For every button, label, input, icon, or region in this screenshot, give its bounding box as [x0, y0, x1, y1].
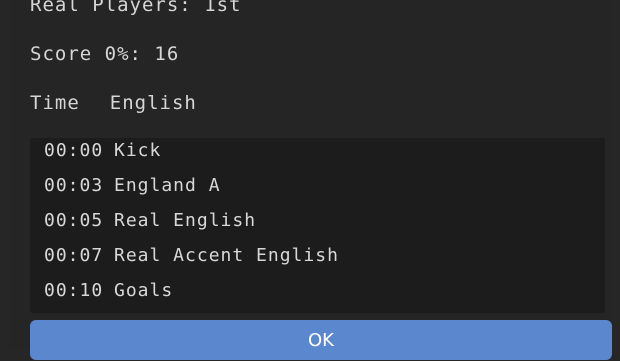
log-time: 00:03	[44, 175, 104, 196]
log-time: 00:07	[44, 245, 104, 266]
log-row: 00:03 England A	[44, 175, 221, 196]
log-text: Real English	[114, 210, 257, 231]
log-time: 00:10	[44, 280, 104, 301]
log-time: 00:00	[44, 140, 104, 161]
log-row: 00:07 Real Accent English	[44, 245, 339, 266]
log-text: Goals	[114, 280, 174, 301]
score-line: Score 0%: 16	[30, 43, 180, 65]
time-label: Time	[30, 92, 80, 114]
dialog-title: Real Players: 1st	[30, 0, 242, 16]
log-row: 00:05 Real English	[44, 210, 256, 231]
log-text: Real Accent English	[114, 245, 339, 266]
event-log[interactable]: 00:00 Kick 00:03 England A 00:05 Real Engli…	[30, 138, 605, 313]
time-line: Time English	[30, 92, 197, 114]
log-row: 00:00 Kick	[44, 140, 161, 161]
dialog-panel: Real Players: 1st Score 0%: 16 Time Engli…	[10, 0, 612, 360]
log-text: England A	[114, 175, 221, 196]
ok-button[interactable]: OK	[30, 320, 612, 360]
time-value: English	[109, 92, 197, 114]
log-time: 00:05	[44, 210, 104, 231]
log-row: 00:10 Goals	[44, 280, 173, 301]
log-text: Kick	[114, 140, 162, 161]
